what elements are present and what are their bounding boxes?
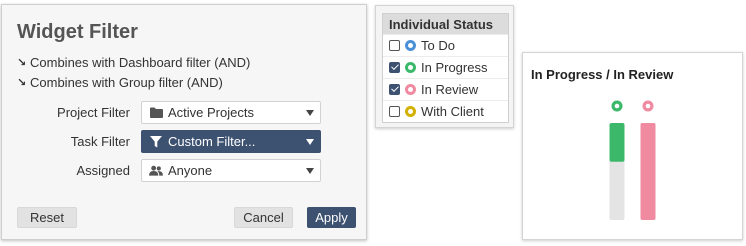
status-checkbox[interactable] [389, 40, 400, 51]
status-label: In Progress [421, 60, 488, 75]
cancel-button[interactable]: Cancel [234, 207, 293, 228]
bar [640, 123, 656, 220]
arrow-down-right-icon: ↘ [17, 57, 27, 69]
status-color-icon [405, 84, 416, 95]
status-label: To Do [421, 38, 455, 53]
status-checkbox[interactable] [389, 106, 400, 117]
assigned-select[interactable]: Anyone [141, 159, 321, 182]
people-icon [149, 165, 163, 176]
status-row[interactable]: In Progress [383, 56, 508, 78]
chevron-down-icon [306, 110, 314, 116]
folder-icon [149, 107, 163, 118]
apply-button[interactable]: Apply [307, 207, 356, 228]
bar-group-in-progress [609, 100, 625, 220]
status-dot-center [645, 103, 651, 109]
bar-chart [609, 100, 656, 220]
combine-dashboard-note: ↘ Combines with Dashboard filter (AND) [17, 55, 250, 70]
reset-button[interactable]: Reset [17, 207, 77, 228]
status-checkbox[interactable] [389, 84, 400, 95]
individual-status-panel: Individual Status To Do In Progress In Rev… [375, 5, 514, 128]
status-label: In Review [421, 82, 479, 97]
status-list: Individual Status To Do In Progress In Rev… [382, 13, 509, 123]
status-checkbox[interactable] [389, 62, 400, 73]
status-row[interactable]: With Client [383, 100, 508, 122]
assigned-value: Anyone [168, 163, 213, 178]
task-filter-label: Task Filter [70, 134, 130, 149]
filter-title: Widget Filter [17, 21, 138, 43]
status-color-icon [405, 106, 416, 117]
status-dot-center [614, 103, 620, 109]
task-filter-select[interactable]: Custom Filter... [141, 130, 321, 153]
combine-group-text: Combines with Group filter (AND) [30, 75, 223, 90]
combine-dashboard-text: Combines with Dashboard filter (AND) [30, 55, 251, 70]
status-label: With Client [421, 104, 484, 119]
status-color-icon [405, 40, 416, 51]
chart-panel: In Progress / In Review [522, 52, 743, 240]
project-filter-value: Active Projects [168, 105, 254, 120]
chevron-down-icon [306, 139, 314, 145]
project-filter-select[interactable]: Active Projects [141, 101, 321, 124]
assigned-label: Assigned [76, 163, 130, 178]
task-filter-value: Custom Filter... [168, 134, 256, 149]
status-header: Individual Status [383, 14, 508, 34]
funnel-icon [149, 135, 163, 148]
status-row[interactable]: In Review [383, 78, 508, 100]
arrow-down-right-icon: ↘ [17, 77, 27, 89]
status-color-icon [405, 62, 416, 73]
bar [609, 123, 625, 162]
bar-group-in-review [640, 100, 656, 220]
project-filter-label: Project Filter [57, 105, 130, 120]
chevron-down-icon [306, 168, 314, 174]
status-row[interactable]: To Do [383, 34, 508, 56]
widget-filter-panel: Widget Filter ↘ Combines with Dashboard … [1, 4, 367, 240]
combine-group-note: ↘ Combines with Group filter (AND) [17, 75, 223, 90]
